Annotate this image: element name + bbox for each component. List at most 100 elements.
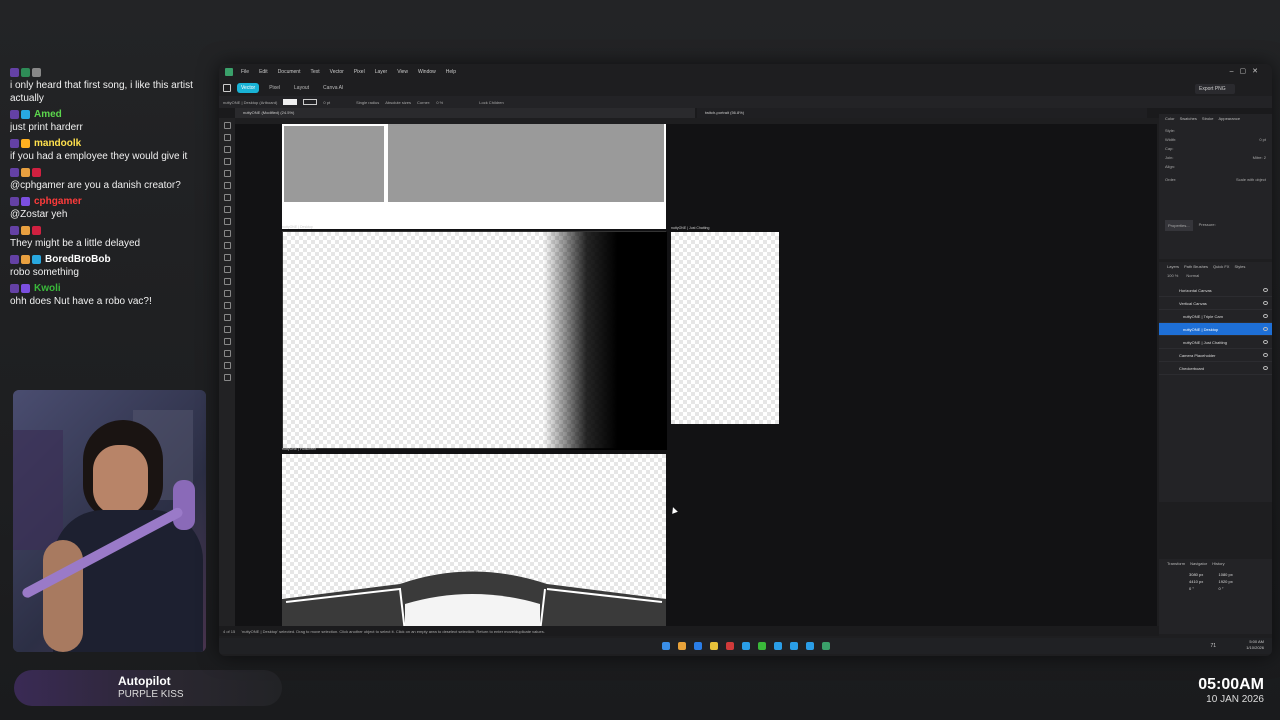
tool-icon[interactable] bbox=[223, 194, 231, 201]
artboard-top[interactable] bbox=[282, 124, 666, 229]
layer-row[interactable]: nuttyONE | Desktop bbox=[1159, 323, 1272, 336]
lock-children-checkbox[interactable]: Lock Children bbox=[479, 100, 503, 105]
tool-icon[interactable] bbox=[223, 170, 231, 177]
artboard-just-chatting[interactable] bbox=[671, 232, 779, 424]
visibility-eye-icon[interactable] bbox=[1263, 353, 1268, 357]
menu-view[interactable]: View bbox=[397, 69, 408, 75]
transform-s[interactable]: 0 ° bbox=[1219, 586, 1243, 591]
tool-icon[interactable] bbox=[223, 362, 231, 369]
transform-r[interactable]: 0 ° bbox=[1189, 586, 1213, 591]
panel-tab-stroke[interactable]: Stroke bbox=[1202, 116, 1214, 121]
menu-document[interactable]: Document bbox=[278, 69, 301, 75]
tool-icon[interactable] bbox=[223, 266, 231, 273]
taskbar-app-icon[interactable] bbox=[693, 642, 702, 650]
chat-username[interactable]: BoredBroBob bbox=[45, 254, 111, 265]
artboard-desktop[interactable] bbox=[282, 231, 667, 450]
tool-icon[interactable] bbox=[223, 122, 231, 129]
blend-mode-select[interactable]: Normal bbox=[1186, 273, 1199, 278]
export-button[interactable]: Export PNG bbox=[1195, 84, 1235, 94]
chat-username[interactable]: mandoolk bbox=[34, 138, 81, 149]
menu-edit[interactable]: Edit bbox=[259, 69, 268, 75]
menu-vector[interactable]: Vector bbox=[330, 69, 344, 75]
visibility-eye-icon[interactable] bbox=[1263, 340, 1268, 344]
tool-icon[interactable] bbox=[223, 206, 231, 213]
window-controls[interactable]: –▢✕ bbox=[1230, 67, 1264, 75]
tool-icon[interactable] bbox=[223, 134, 231, 141]
artboard-third[interactable] bbox=[282, 454, 666, 632]
transform-w[interactable]: 3080 px bbox=[1189, 572, 1213, 577]
visibility-eye-icon[interactable] bbox=[1263, 301, 1268, 305]
layer-row[interactable]: Vertical Canvas bbox=[1159, 297, 1272, 310]
visibility-eye-icon[interactable] bbox=[1263, 288, 1268, 292]
canvas-area[interactable]: nuttyONE | Desktop nuttyONE | Just Chatt… bbox=[235, 124, 1157, 632]
layer-row[interactable]: Checkerboard bbox=[1159, 362, 1272, 375]
panel-tab-swatches[interactable]: Swatches bbox=[1180, 116, 1197, 121]
taskbar-app-icon[interactable] bbox=[805, 642, 814, 650]
panel-tab-appearance[interactable]: Appearance bbox=[1218, 116, 1240, 121]
visibility-eye-icon[interactable] bbox=[1263, 366, 1268, 370]
transform-w2[interactable]: 1080 px bbox=[1219, 572, 1243, 577]
mode-vector[interactable]: Vector bbox=[237, 83, 260, 93]
taskbar-app-icon[interactable] bbox=[677, 642, 686, 650]
visibility-eye-icon[interactable] bbox=[1263, 314, 1268, 318]
tool-icon[interactable] bbox=[223, 302, 231, 309]
panel-tab-quick-fx[interactable]: Quick FX bbox=[1213, 264, 1229, 269]
taskbar-app-icon[interactable] bbox=[709, 642, 718, 650]
menu-layer[interactable]: Layer bbox=[375, 69, 388, 75]
page-counter[interactable]: 4 of 15 bbox=[223, 629, 235, 634]
tool-icon[interactable] bbox=[223, 290, 231, 297]
tool-icon[interactable] bbox=[223, 278, 231, 285]
panel-tab-transform[interactable]: Transform bbox=[1167, 561, 1185, 566]
mode-canva-ai[interactable]: Canva AI bbox=[319, 83, 347, 93]
taskbar-app-icon[interactable] bbox=[821, 642, 830, 650]
width-value[interactable]: 0 pt bbox=[1259, 135, 1266, 144]
layer-row[interactable]: Camera Placeholder bbox=[1159, 349, 1272, 362]
absolute-sizes-checkbox[interactable]: Absolute sizes bbox=[385, 100, 411, 105]
chat-username[interactable]: cphgamer bbox=[34, 196, 82, 207]
tool-icon[interactable] bbox=[223, 254, 231, 261]
tool-icon[interactable] bbox=[223, 242, 231, 249]
taskbar-app-icon[interactable] bbox=[725, 642, 734, 650]
transform-h[interactable]: 4410 px bbox=[1189, 579, 1213, 584]
taskbar-app-icon[interactable] bbox=[757, 642, 766, 650]
tool-icon[interactable] bbox=[223, 182, 231, 189]
fill-swatch[interactable] bbox=[283, 99, 298, 105]
panel-tab-color[interactable]: Color bbox=[1165, 116, 1175, 121]
panel-tab-path-brushes[interactable]: Path Brushes bbox=[1184, 264, 1208, 269]
menu-help[interactable]: Help bbox=[446, 69, 456, 75]
menu-pixel[interactable]: Pixel bbox=[354, 69, 365, 75]
opacity-field[interactable]: 100 % bbox=[1167, 273, 1178, 278]
tool-icon[interactable] bbox=[223, 230, 231, 237]
stroke-swatch[interactable] bbox=[303, 99, 318, 105]
taskbar-app-icon[interactable] bbox=[789, 642, 798, 650]
mode-pixel[interactable]: Pixel bbox=[265, 83, 284, 93]
stroke-width-field[interactable]: 0 pt bbox=[323, 100, 330, 105]
affinity-icon[interactable] bbox=[223, 84, 231, 92]
mitre-value[interactable]: 2 bbox=[1264, 155, 1266, 160]
scale-with-object-checkbox[interactable]: Scale with object bbox=[1236, 175, 1266, 184]
taskbar-app-icon[interactable] bbox=[773, 642, 782, 650]
panel-tab-navigator[interactable]: Navigator bbox=[1190, 561, 1207, 566]
visibility-eye-icon[interactable] bbox=[1263, 327, 1268, 331]
tool-icon[interactable] bbox=[223, 314, 231, 321]
tool-icon[interactable] bbox=[223, 338, 231, 345]
taskbar-app-icon[interactable] bbox=[661, 642, 670, 650]
tool-icon[interactable] bbox=[223, 374, 231, 381]
mitre-field[interactable]: Mitre: 2 bbox=[1253, 153, 1266, 162]
panel-tab-styles[interactable]: Styles bbox=[1234, 264, 1245, 269]
tool-icon[interactable] bbox=[223, 158, 231, 165]
panel-tab-history[interactable]: History bbox=[1212, 561, 1224, 566]
menu-file[interactable]: File bbox=[241, 69, 249, 75]
layer-row[interactable]: nuttyONE | Triple Cam bbox=[1159, 310, 1272, 323]
taskbar-app-icon[interactable] bbox=[741, 642, 750, 650]
tool-icon[interactable] bbox=[223, 326, 231, 333]
layer-row[interactable]: Horizontal Canvas bbox=[1159, 284, 1272, 297]
chat-username[interactable]: Amed bbox=[34, 109, 62, 120]
menu-text[interactable]: Text bbox=[310, 69, 319, 75]
transform-h2[interactable]: 1920 px bbox=[1219, 579, 1243, 584]
single-radius-checkbox[interactable]: Single radius bbox=[356, 100, 379, 105]
tab-nuttyone[interactable]: nuttyONE (Modified) (24.5%) bbox=[235, 108, 695, 118]
mode-layout[interactable]: Layout bbox=[290, 83, 313, 93]
tool-icon[interactable] bbox=[223, 350, 231, 357]
corner-field[interactable]: 0 % bbox=[436, 100, 443, 105]
